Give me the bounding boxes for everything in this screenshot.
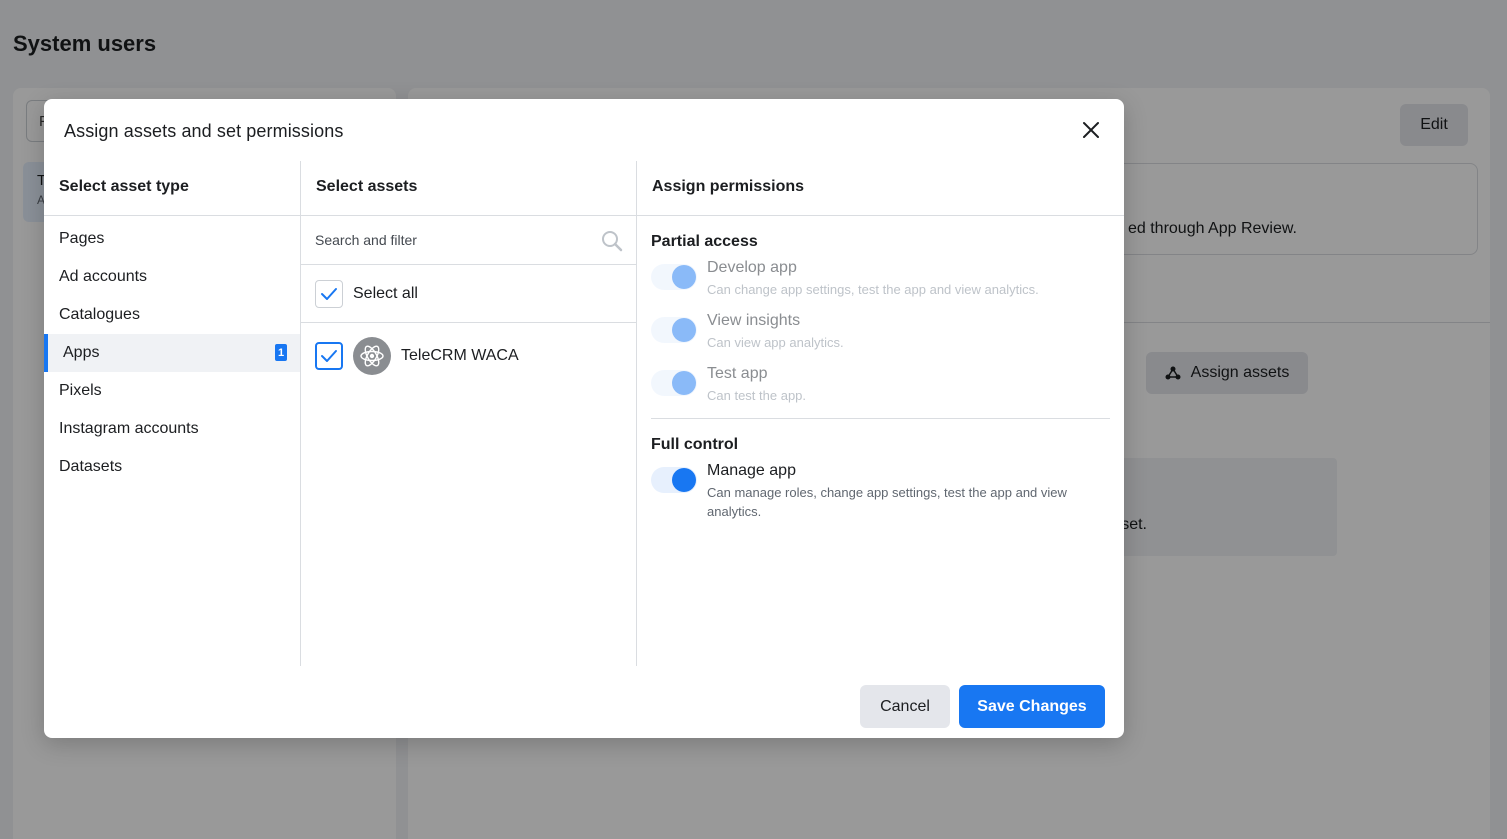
develop-app-toggle[interactable]: [651, 264, 697, 290]
cancel-button[interactable]: Cancel: [860, 685, 950, 728]
asset-type-list: Pages Ad accounts Catalogues Apps 1 Pixe…: [44, 216, 300, 486]
partial-access-title: Partial access: [651, 233, 758, 250]
close-icon: [1083, 122, 1099, 138]
asset-type-label: Datasets: [59, 458, 123, 475]
app-atom-icon: [360, 345, 384, 367]
permission-develop-app: Develop app Can change app settings, tes…: [651, 259, 1110, 312]
asset-type-label: Apps: [63, 344, 100, 361]
app-avatar: [353, 337, 391, 375]
permission-view-insights: View insights Can view app analytics.: [651, 312, 1110, 365]
permission-manage-app: Manage app Can manage roles, change app …: [651, 462, 1110, 522]
permission-label: Develop app: [707, 259, 797, 276]
asset-type-pages[interactable]: Pages: [44, 220, 300, 258]
search-input[interactable]: [301, 216, 591, 264]
permission-description: Can manage roles, change app settings, t…: [707, 485, 1067, 519]
asset-type-catalogues[interactable]: Catalogues: [44, 296, 300, 334]
select-all-row[interactable]: Select all: [301, 265, 636, 323]
close-button[interactable]: [1076, 115, 1106, 145]
asset-type-apps[interactable]: Apps 1: [44, 334, 300, 372]
asset-type-ad-accounts[interactable]: Ad accounts: [44, 258, 300, 296]
permission-label: Test app: [707, 365, 768, 382]
asset-type-column: Select asset type Pages Ad accounts Cata…: [44, 161, 300, 666]
asset-type-label: Pages: [59, 230, 105, 247]
asset-row[interactable]: TeleCRM WACA: [301, 323, 636, 389]
view-insights-toggle[interactable]: [651, 317, 697, 343]
asset-type-instagram-accounts[interactable]: Instagram accounts: [44, 410, 300, 448]
assets-search: [301, 216, 636, 265]
permission-label: Manage app: [707, 462, 796, 479]
full-control-section: Full control Manage app Can manage roles…: [637, 436, 1124, 522]
permission-test-app: Test app Can test the app.: [651, 365, 1110, 418]
permission-description: Can test the app.: [707, 388, 807, 403]
permissions-column: Assign permissions Partial access Develo…: [636, 161, 1124, 666]
asset-type-heading: Select asset type: [44, 161, 300, 216]
assets-heading: Select assets: [301, 161, 636, 216]
select-all-checkbox[interactable]: [315, 279, 343, 308]
permission-label: View insights: [707, 312, 801, 329]
manage-app-toggle[interactable]: [651, 467, 697, 493]
selected-count-badge: 1: [275, 344, 287, 361]
partial-access-section: Partial access Develop app Can change ap…: [637, 233, 1124, 418]
assets-column: Select assets Select all Te: [300, 161, 636, 666]
full-control-title: Full control: [651, 436, 739, 453]
asset-checkbox[interactable]: [315, 342, 343, 370]
asset-type-label: Instagram accounts: [59, 420, 199, 437]
asset-type-label: Ad accounts: [59, 268, 148, 285]
select-all-label: Select all: [353, 284, 418, 302]
checkmark-icon: [321, 287, 337, 300]
asset-type-datasets[interactable]: Datasets: [44, 448, 300, 486]
permission-description: Can view app analytics.: [707, 335, 844, 350]
asset-type-label: Catalogues: [59, 306, 140, 323]
test-app-toggle[interactable]: [651, 370, 697, 396]
asset-type-pixels[interactable]: Pixels: [44, 372, 300, 410]
assign-assets-dialog: Assign assets and set permissions Select…: [44, 99, 1124, 738]
checkmark-icon: [321, 350, 337, 362]
permissions-heading: Assign permissions: [637, 161, 1124, 216]
asset-name: TeleCRM WACA: [401, 347, 519, 364]
dialog-title: Assign assets and set permissions: [64, 121, 344, 141]
permission-description: Can change app settings, test the app an…: [707, 282, 1039, 297]
save-changes-button[interactable]: Save Changes: [959, 685, 1105, 728]
permissions-divider: [651, 418, 1110, 419]
search-icon: [602, 231, 623, 252]
asset-type-label: Pixels: [59, 382, 102, 399]
